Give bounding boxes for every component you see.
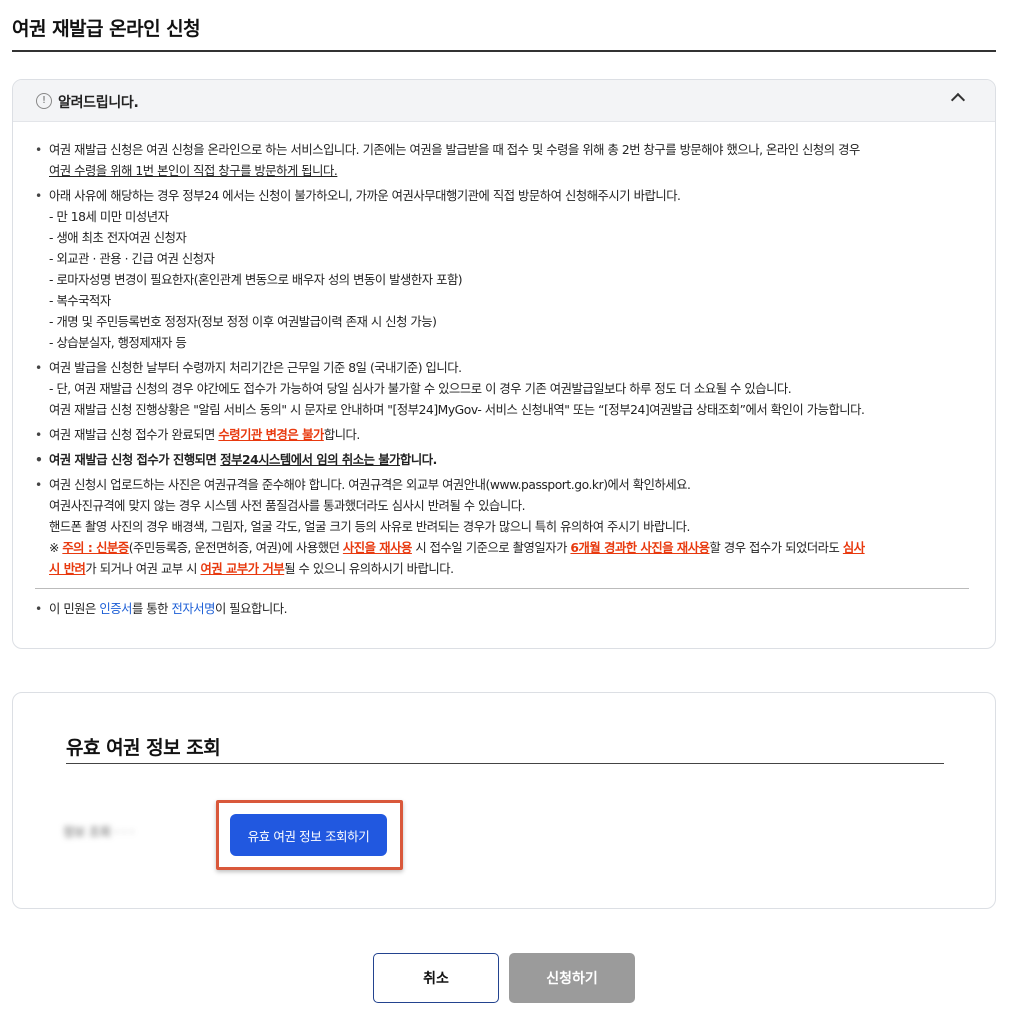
passport-lookup-card: 유효 여권 정보 조회 정보 조회 · · · 유효 여권 정보 조회하기 (12, 692, 996, 909)
notice-item: 여권 발급을 신청한 날부터 수령까지 처리기간은 근무일 기준 8일 (국내기… (35, 358, 969, 421)
notice-text: - 단, 여권 재발급 신청의 경우 야간에도 접수가 가능하여 당일 심사가 … (49, 382, 792, 396)
notice-text: 여권 재발급 신청 진행상황은 "알림 서비스 동의" 시 문자로 안내하며 "… (49, 403, 865, 417)
notice-text: 시 접수일 기준으로 촬영일자가 (411, 541, 571, 555)
notice-text: 여권사진규격에 맞지 않는 경우 시스템 사전 품질검사를 통과했더라도 심사시… (49, 499, 526, 513)
notice-item: 여권 재발급 신청 접수가 진행되면 정부24시스템에서 임의 취소는 불가합니… (35, 450, 969, 471)
notice-item: 여권 재발급 신청은 여권 신청을 온라인으로 하는 서비스입니다. 기존에는 … (35, 140, 969, 182)
notice-item: 아래 사유에 해당하는 경우 정부24 에서는 신청이 불가하오니, 가까운 여… (35, 186, 969, 354)
notice-text: 여권 신청시 업로드하는 사진은 여권규격을 준수해야 합니다. 여권규격은 외… (49, 478, 691, 492)
notice-item: 여권 신청시 업로드하는 사진은 여권규격을 준수해야 합니다. 여권규격은 외… (35, 475, 969, 580)
notice-subitem: - 생애 최초 전자여권 신청자 (49, 231, 187, 245)
notice-text: 여권 수령을 위해 1번 본인이 직접 창구를 방문하게 됩니다. (49, 164, 338, 178)
notice-text: 여권 재발급 신청은 여권 신청을 온라인으로 하는 서비스입니다. 기존에는 … (49, 143, 860, 157)
e-signature-link[interactable]: 전자서명 (171, 602, 215, 616)
notice-subitem: - 복수국적자 (49, 294, 111, 308)
notice-body: 여권 재발급 신청은 여권 신청을 온라인으로 하는 서비스입니다. 기존에는 … (13, 122, 995, 620)
warning-text: 시 반려 (49, 562, 86, 576)
notice-subitem: - 상습분실자, 행정제재자 등 (49, 336, 187, 350)
apply-button[interactable]: 신청하기 (509, 953, 635, 1003)
notice-header[interactable]: ! 알려드립니다. (13, 80, 995, 122)
notice-item: 이 민원은 인증서를 통한 전자서명이 필요합니다. (35, 599, 969, 620)
lookup-divider (66, 763, 944, 764)
warning-text: 사진을 재사용 (342, 541, 412, 555)
notice-text: 여권 재발급 신청 접수가 진행되면 (49, 453, 221, 467)
warning-text: 여권 교부가 거부 (200, 562, 285, 576)
info-circle-icon: ! (36, 93, 52, 109)
notice-text: 를 통한 (131, 602, 172, 616)
notice-text: 될 수 있으니 유의하시기 바랍니다. (284, 562, 454, 576)
notice-subitem: - 개명 및 주민등록번호 정정자(정보 정정 이후 여권발급이력 존재 시 신… (49, 315, 437, 329)
notice-text: ※ (49, 541, 63, 555)
notice-text: 할 경우 접수가 되었더라도 (709, 541, 843, 555)
warning-text: 6개월 경과한 사진을 재사용 (570, 541, 710, 555)
notice-text: 여권 재발급 신청 접수가 완료되면 (49, 428, 219, 442)
notice-text: (주민등록증, 운전면허증, 여권)에 사용했던 (128, 541, 343, 555)
chevron-up-icon[interactable] (950, 92, 966, 108)
notice-text: 합니다. (400, 453, 437, 467)
title-divider (12, 50, 996, 52)
notice-text: 이 민원은 (49, 602, 100, 616)
notice-title: 알려드립니다. (58, 95, 139, 111)
notice-text: 가 되거나 여권 교부 시 (85, 562, 201, 576)
passport-lookup-button[interactable]: 유효 여권 정보 조회하기 (230, 814, 387, 856)
notice-item: 여권 재발급 신청 접수가 완료되면 수령기관 변경은 불가합니다. (35, 425, 969, 446)
warning-text: 수령기관 변경은 불가 (218, 428, 324, 442)
cancel-button[interactable]: 취소 (373, 953, 499, 1003)
notice-text: 아래 사유에 해당하는 경우 정부24 에서는 신청이 불가하오니, 가까운 여… (49, 189, 681, 203)
lookup-title: 유효 여권 정보 조회 (66, 737, 221, 759)
notice-text: 합니다. (323, 428, 361, 442)
notice-subitem: - 외교관 · 관용 · 긴급 여권 신청자 (49, 252, 215, 266)
blurred-info-text: 정보 조회 · · · (63, 825, 134, 839)
page-title: 여권 재발급 온라인 신청 (12, 18, 201, 40)
warning-text: 주의 : 신분증 (62, 541, 129, 555)
notice-panel: ! 알려드립니다. 여권 재발급 신청은 여권 신청을 온라인으로 하는 서비스… (12, 79, 996, 649)
notice-subitem: - 만 18세 미만 미성년자 (49, 210, 169, 224)
notice-text: 이 필요합니다. (214, 602, 288, 616)
notice-emphasis: 정부24시스템에서 임의 취소는 불가 (220, 453, 401, 467)
notice-text: 여권 발급을 신청한 날부터 수령까지 처리기간은 근무일 기준 8일 (국내기… (49, 361, 462, 375)
warning-text: 심사 (842, 541, 865, 555)
notice-text: 핸드폰 촬영 사진의 경우 배경색, 그림자, 얼굴 각도, 얼굴 크기 등의 … (49, 520, 690, 534)
notice-subitem: - 로마자성명 변경이 필요한자(혼인관계 변동으로 배우자 성의 변동이 발생… (49, 273, 463, 287)
notice-divider (35, 588, 969, 589)
certificate-link[interactable]: 인증서 (99, 602, 132, 616)
